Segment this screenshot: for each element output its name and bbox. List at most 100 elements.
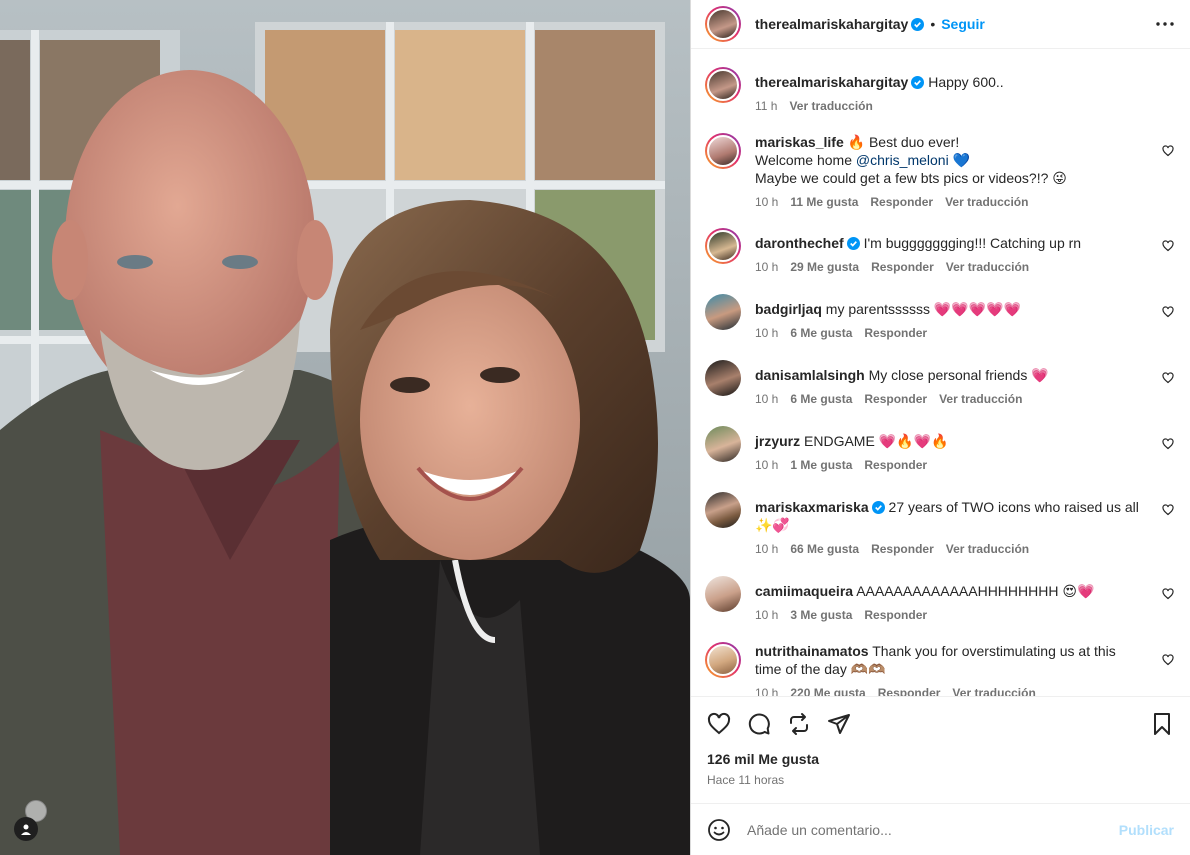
translate-button[interactable]: Ver traducción [939,392,1022,406]
like-comment-heart-icon[interactable] [1162,145,1174,157]
comment-likes[interactable]: 66 Me gusta [790,542,859,556]
tagged-user-icon[interactable] [14,817,38,841]
reply-button[interactable]: Responder [864,326,927,340]
reply-button[interactable]: Responder [864,392,927,406]
comment-likes[interactable]: 6 Me gusta [790,392,852,406]
comment-item: nutrithainamatos Thank you for overstimu… [705,642,1174,696]
comment-avatar[interactable] [705,294,741,330]
comment-avatar[interactable] [705,360,741,396]
comment-time[interactable]: 10 h [755,458,778,472]
verified-icon [911,17,925,31]
author-username[interactable]: therealmariskahargitay [755,16,908,32]
comment-mention-link[interactable]: @chris_meloni [856,152,949,168]
bookmark-icon[interactable] [1150,712,1174,736]
post-actions [691,696,1190,751]
likes-count[interactable]: 126 mil Me gusta [691,751,1190,767]
comment-time[interactable]: 10 h [755,326,778,340]
post-time[interactable]: Hace 11 horas [691,767,1190,803]
like-comment-heart-icon[interactable] [1162,504,1174,516]
comment-text: my parentssssss 💗💗💗💗💗 [825,301,1022,317]
comment-avatar[interactable] [705,576,741,612]
comment-username[interactable]: daronthechef [755,235,844,251]
caption-avatar[interactable] [705,67,741,103]
like-comment-heart-icon[interactable] [1162,588,1174,600]
comment-icon[interactable] [747,712,771,736]
reply-button[interactable]: Responder [864,608,927,622]
comment-username[interactable]: mariskaxmariska [755,499,869,515]
translate-button[interactable]: Ver traducción [945,195,1028,209]
comment-item: mariskaxmariska 27 years of TWO icons wh… [705,492,1174,576]
comment-likes[interactable]: 11 Me gusta [790,195,858,209]
comment-text: ENDGAME 💗🔥💗🔥 [804,433,949,449]
more-icon[interactable] [1156,22,1174,26]
translate-button[interactable]: Ver traducción [946,260,1029,274]
separator-dot: • [930,16,936,32]
comment-username[interactable]: badgirljaq [755,301,822,317]
comment-item: mariskas_life 🔥 Best duo ever! Welcome h… [705,133,1174,228]
comment-avatar[interactable] [705,133,741,169]
like-comment-heart-icon[interactable] [1162,372,1174,384]
translate-button[interactable]: Ver traducción [952,686,1035,696]
comment-avatar[interactable] [705,426,741,462]
comment-likes[interactable]: 29 Me gusta [790,260,859,274]
emoji-icon[interactable] [707,818,731,842]
translate-button[interactable]: Ver traducción [946,542,1029,556]
comment-username[interactable]: nutrithainamatos [755,643,869,659]
reply-button[interactable]: Responder [864,458,927,472]
publish-button[interactable]: Publicar [1119,822,1174,838]
verified-icon [846,237,860,250]
comment-text-emoji: 💙 [948,152,971,168]
comment-likes[interactable]: 1 Me gusta [790,458,852,472]
comment-time[interactable]: 10 h [755,195,778,209]
comment-item: jrzyurz ENDGAME 💗🔥💗🔥 10 h 1 Me gusta Respo… [705,426,1174,492]
author-avatar[interactable] [705,6,741,42]
comment-text-line3: Maybe we could get a few bts pics or vid… [755,170,1067,186]
like-comment-heart-icon[interactable] [1162,654,1174,666]
repost-icon[interactable] [787,712,811,736]
like-comment-heart-icon[interactable] [1162,306,1174,318]
comment-time[interactable]: 10 h [755,608,778,622]
comment-username[interactable]: danisamlalsingh [755,367,865,383]
post-side-panel: therealmariskahargitay • Seguir therealm… [690,0,1190,855]
comment-username[interactable]: mariskas_life [755,134,844,150]
comment-time[interactable]: 10 h [755,392,778,406]
post-header: therealmariskahargitay • Seguir [691,0,1190,49]
reply-button[interactable]: Responder [871,260,934,274]
comment-text: My close personal friends 💗 [868,367,1049,383]
heart-icon[interactable] [707,712,731,736]
caption: therealmariskahargitay Happy 600.. 11 h V… [705,67,1174,133]
comment-likes[interactable]: 6 Me gusta [790,326,852,340]
comment-likes[interactable]: 3 Me gusta [790,608,852,622]
reply-button[interactable]: Responder [870,195,933,209]
comment-item: camiimaqueira AAAAAAAAAAAAAHHHHHHHH 😍💗 1… [705,576,1174,642]
comment-avatar[interactable] [705,642,741,678]
comment-likes[interactable]: 220 Me gusta [790,686,865,696]
comment-time[interactable]: 10 h [755,260,778,274]
comment-avatar[interactable] [705,228,741,264]
verified-icon [911,76,925,89]
comment-item: daronthechef I'm buggggggging!!! Catchin… [705,228,1174,294]
comment-text-line2: ✨💞 [755,517,790,533]
reply-button[interactable]: Responder [878,686,941,696]
caption-time[interactable]: 11 h [755,99,777,113]
comment-text: 🔥 Best duo ever! [847,134,960,150]
comment-avatar[interactable] [705,492,741,528]
comment-input[interactable] [747,821,1119,838]
caption-translate-button[interactable]: Ver traducción [789,99,872,113]
comment-username[interactable]: jrzyurz [755,433,800,449]
photo-illustration [0,0,690,855]
like-comment-heart-icon[interactable] [1162,438,1174,450]
caption-text: Happy 600.. [928,74,1004,90]
add-comment-bar: Publicar [691,803,1190,855]
post-photo[interactable] [0,0,690,855]
comments-list[interactable]: therealmariskahargitay Happy 600.. 11 h V… [691,49,1190,696]
comment-time[interactable]: 10 h [755,686,778,696]
caption-username[interactable]: therealmariskahargitay [755,74,908,90]
comment-time[interactable]: 10 h [755,542,778,556]
share-icon[interactable] [827,712,851,736]
comment-text: 27 years of TWO icons who raised us all [888,499,1139,515]
like-comment-heart-icon[interactable] [1162,240,1174,252]
follow-button[interactable]: Seguir [941,16,985,32]
comment-username[interactable]: camiimaqueira [755,583,853,599]
reply-button[interactable]: Responder [871,542,934,556]
